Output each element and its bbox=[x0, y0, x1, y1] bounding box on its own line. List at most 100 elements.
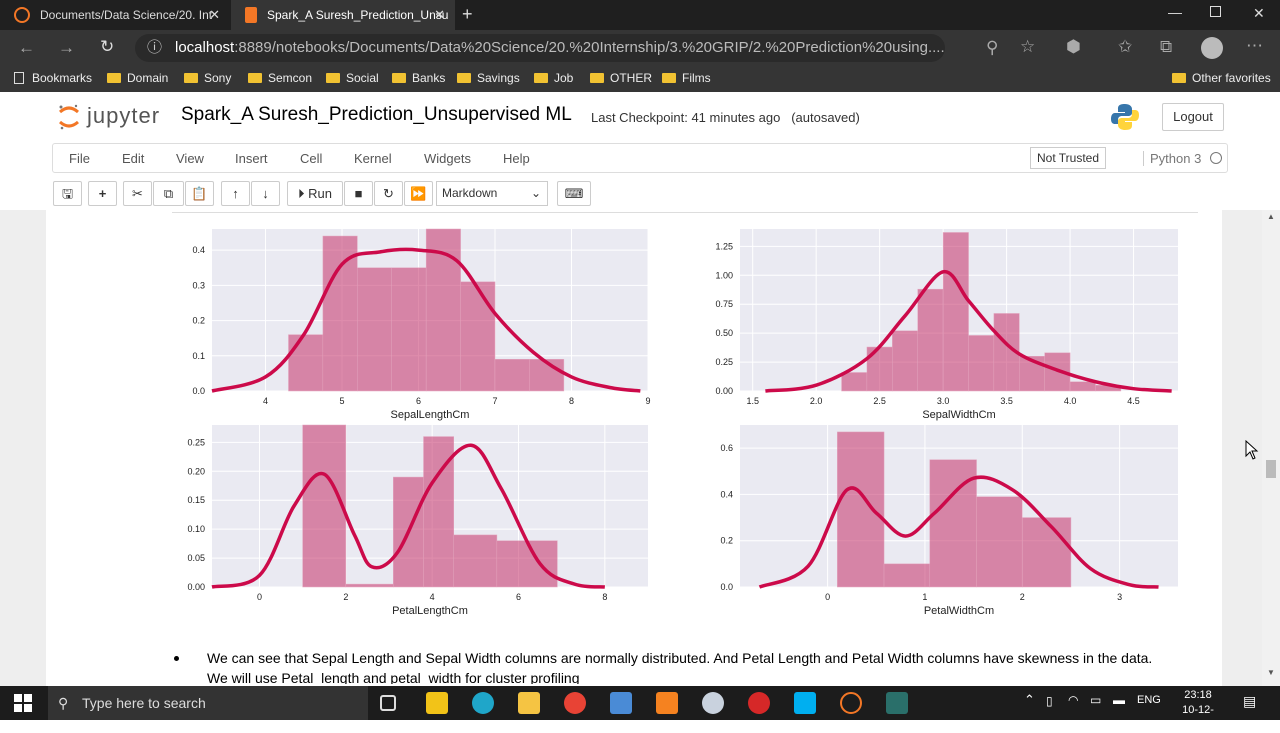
bookmark-folder-other[interactable]: OTHER bbox=[590, 71, 652, 85]
histogram-bar bbox=[391, 267, 427, 392]
maximize-icon[interactable] bbox=[1210, 6, 1221, 17]
bookmark-folder-domain[interactable]: Domain bbox=[107, 71, 168, 85]
calculator-icon[interactable] bbox=[610, 692, 632, 714]
markdown-bullet: We will use Petal_length and petal_width… bbox=[190, 670, 580, 684]
shield-icon[interactable]: ⬢ bbox=[1066, 37, 1081, 57]
chevron-down-icon: ⌄ bbox=[530, 186, 541, 200]
histogram-bar bbox=[942, 232, 969, 392]
x-tick-label: 0 bbox=[257, 592, 262, 602]
jupyter-logo-icon[interactable] bbox=[58, 103, 80, 131]
skype-icon[interactable] bbox=[794, 692, 816, 714]
windows-start-icon[interactable] bbox=[14, 694, 32, 712]
bookmarks-item[interactable]: Bookmarks bbox=[14, 71, 92, 85]
refresh-icon[interactable]: ↻ bbox=[100, 37, 114, 57]
stop-button[interactable]: ■ bbox=[344, 181, 373, 206]
copy-button[interactable]: ⧉ bbox=[153, 181, 184, 206]
chrome-icon[interactable] bbox=[564, 692, 586, 714]
tray-chevron-icon[interactable]: ⌃ bbox=[1024, 692, 1035, 708]
battery-icon[interactable]: ▬ bbox=[1113, 693, 1125, 707]
app-icon-red[interactable] bbox=[748, 692, 770, 714]
edge-icon[interactable] bbox=[472, 692, 494, 714]
move-down-button[interactable]: ↓ bbox=[251, 181, 280, 206]
menu-widgets[interactable]: Widgets bbox=[424, 151, 471, 166]
bookmark-folder-banks[interactable]: Banks bbox=[392, 71, 445, 85]
url-host: localhost bbox=[175, 39, 235, 56]
paste-icon: 📋 bbox=[191, 186, 208, 201]
display-icon[interactable]: ▭ bbox=[1090, 693, 1101, 707]
other-favorites[interactable]: Other favorites bbox=[1172, 71, 1271, 85]
browser-tab-documents[interactable]: Documents/Data Science/20. Int ✕ bbox=[0, 0, 230, 30]
scroll-down-icon[interactable]: ▼ bbox=[1267, 668, 1275, 677]
restart-run-all-button[interactable]: ⏩ bbox=[404, 181, 433, 206]
not-trusted-button[interactable]: Not Trusted bbox=[1030, 147, 1106, 169]
run-button[interactable]: ⏵ Run bbox=[287, 181, 343, 206]
tray-device-icon[interactable]: ▯ bbox=[1046, 694, 1053, 708]
store-icon[interactable] bbox=[426, 692, 448, 714]
wifi-icon[interactable]: ◠ bbox=[1068, 693, 1078, 707]
close-tab-icon[interactable]: ✕ bbox=[434, 7, 445, 23]
bookmark-folder-semcon[interactable]: Semcon bbox=[248, 71, 312, 85]
jupyter-app-icon[interactable] bbox=[840, 692, 862, 714]
bookmark-folder-job[interactable]: Job bbox=[534, 71, 573, 85]
info-icon[interactable]: ⓘ bbox=[147, 34, 162, 62]
task-view-icon[interactable] bbox=[380, 695, 396, 711]
folder-icon bbox=[184, 73, 198, 83]
collections-icon[interactable]: ⧉ bbox=[1160, 37, 1172, 57]
back-icon[interactable]: ← bbox=[18, 38, 35, 58]
minimize-icon[interactable]: — bbox=[1168, 4, 1182, 20]
browser-tab-notebook[interactable]: Spark_A Suresh_Prediction_Unsu ✕ bbox=[231, 0, 455, 30]
taskbar-search-input[interactable]: ⚲ Type here to search bbox=[48, 686, 368, 720]
insert-cell-button[interactable]: + bbox=[88, 181, 117, 206]
move-up-button[interactable]: ↑ bbox=[221, 181, 250, 206]
close-tab-icon[interactable]: ✕ bbox=[209, 7, 220, 23]
profile-avatar[interactable] bbox=[1201, 37, 1223, 59]
url-field[interactable]: ⓘ localhost:8889/notebooks/Documents/Dat… bbox=[135, 34, 945, 62]
y-tick-label: 0.00 bbox=[715, 386, 733, 396]
forward-icon[interactable]: → bbox=[58, 38, 75, 58]
command-palette-button[interactable]: ⌨ bbox=[557, 181, 591, 206]
folder-icon bbox=[457, 73, 471, 83]
menu-kernel[interactable]: Kernel bbox=[354, 151, 392, 166]
bookmark-folder-savings[interactable]: Savings bbox=[457, 71, 520, 85]
menu-help[interactable]: Help bbox=[503, 151, 530, 166]
page-scrollbar[interactable]: ▲ ▼ bbox=[1262, 210, 1280, 686]
x-tick-label: 2 bbox=[343, 592, 348, 602]
taskbar-clock[interactable]: 23:18 10-12-2020 bbox=[1170, 688, 1226, 733]
jupyter-logo-text[interactable]: jupyter bbox=[87, 103, 160, 129]
y-tick-label: 0.4 bbox=[720, 489, 733, 499]
scrollbar-thumb[interactable] bbox=[1266, 460, 1276, 478]
y-tick-label: 0.25 bbox=[187, 437, 205, 447]
notebook-name[interactable]: Spark_A Suresh_Prediction_Unsupervised M… bbox=[181, 104, 572, 126]
close-window-icon[interactable]: ✕ bbox=[1253, 5, 1265, 22]
menu-edit[interactable]: Edit bbox=[122, 151, 144, 166]
paste-button[interactable]: 📋 bbox=[185, 181, 214, 206]
bookmark-folder-social[interactable]: Social bbox=[326, 71, 379, 85]
bookmark-folder-sony[interactable]: Sony bbox=[184, 71, 231, 85]
menu-file[interactable]: File bbox=[69, 151, 90, 166]
bookmark-folder-films[interactable]: Films bbox=[662, 71, 711, 85]
python-logo-icon bbox=[1111, 104, 1139, 130]
more-icon[interactable]: ⋯ bbox=[1246, 36, 1263, 56]
menu-cell[interactable]: Cell bbox=[300, 151, 322, 166]
menu-insert[interactable]: Insert bbox=[235, 151, 268, 166]
x-tick-label: 1.5 bbox=[746, 396, 759, 406]
vlc-icon[interactable] bbox=[656, 692, 678, 714]
menu-view[interactable]: View bbox=[176, 151, 204, 166]
snip-icon[interactable] bbox=[702, 692, 724, 714]
file-explorer-icon[interactable] bbox=[518, 692, 540, 714]
y-tick-label: 0.3 bbox=[192, 280, 205, 290]
new-tab-icon[interactable]: + bbox=[462, 4, 473, 25]
anaconda-prompt-icon[interactable] bbox=[886, 692, 908, 714]
notifications-icon[interactable]: ▤ bbox=[1243, 693, 1256, 710]
url-path: :8889/notebooks/Documents/Data%20Science… bbox=[234, 39, 945, 56]
favorite-icon[interactable]: ☆ bbox=[1020, 37, 1035, 57]
scroll-up-icon[interactable]: ▲ bbox=[1267, 212, 1275, 221]
restart-button[interactable]: ↻ bbox=[374, 181, 403, 206]
zoom-icon[interactable]: ⚲ bbox=[986, 38, 998, 58]
save-button[interactable]: 🖫 bbox=[53, 181, 82, 206]
cell-type-select[interactable]: Markdown ⌄ bbox=[436, 181, 548, 206]
logout-button[interactable]: Logout bbox=[1162, 103, 1224, 131]
favorites-icon[interactable]: ✩ bbox=[1118, 37, 1132, 57]
cut-button[interactable]: ✂ bbox=[123, 181, 152, 206]
language-indicator[interactable]: ENG bbox=[1137, 694, 1161, 706]
